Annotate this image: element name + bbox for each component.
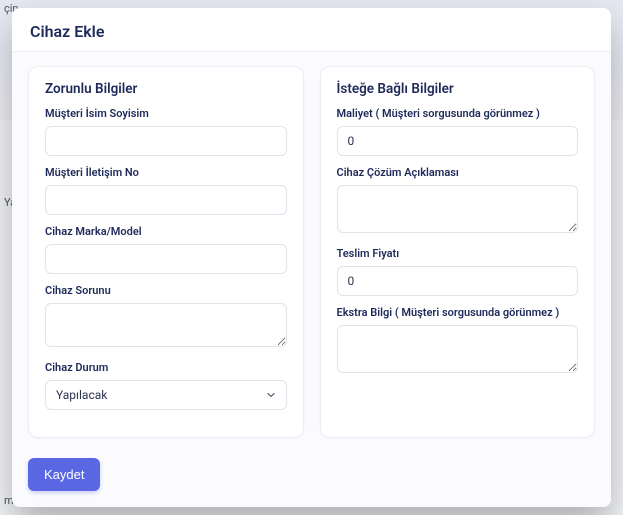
save-button[interactable]: Kaydet	[28, 458, 100, 491]
add-device-modal: Cihaz Ekle Zorunlu Bilgiler Müşteri İsim…	[12, 8, 611, 507]
customer-name-label: Müşteri İsim Soyisim	[45, 107, 287, 120]
device-model-label: Cihaz Marka/Model	[45, 225, 287, 238]
optional-info-title: İsteğe Bağlı Bilgiler	[337, 81, 579, 97]
customer-contact-label: Müşteri İletişim No	[45, 166, 287, 179]
required-info-title: Zorunlu Bilgiler	[45, 81, 287, 97]
device-status-select[interactable]: Yapılacak	[45, 380, 287, 410]
modal-header: Cihaz Ekle	[12, 8, 611, 52]
delivery-price-input[interactable]	[337, 266, 579, 296]
cost-label: Maliyet ( Müşteri sorgusunda görünmez )	[337, 107, 579, 120]
modal-body: Zorunlu Bilgiler Müşteri İsim Soyisim Mü…	[12, 52, 611, 452]
device-status-label: Cihaz Durum	[45, 361, 287, 374]
modal-footer: Kaydet	[12, 452, 611, 507]
device-problem-textarea[interactable]	[45, 303, 287, 347]
required-info-card: Zorunlu Bilgiler Müşteri İsim Soyisim Mü…	[28, 66, 304, 438]
device-problem-label: Cihaz Sorunu	[45, 284, 287, 297]
cost-input[interactable]	[337, 126, 579, 156]
extra-info-label: Ekstra Bilgi ( Müşteri sorgusunda görünm…	[337, 306, 579, 319]
extra-info-textarea[interactable]	[337, 325, 579, 373]
solution-label: Cihaz Çözüm Açıklaması	[337, 166, 579, 179]
optional-info-card: İsteğe Bağlı Bilgiler Maliyet ( Müşteri …	[320, 66, 596, 438]
modal-title: Cihaz Ekle	[30, 22, 593, 41]
device-model-input[interactable]	[45, 244, 287, 274]
solution-textarea[interactable]	[337, 185, 579, 233]
delivery-price-label: Teslim Fiyatı	[337, 247, 579, 260]
customer-contact-input[interactable]	[45, 185, 287, 215]
customer-name-input[interactable]	[45, 126, 287, 156]
